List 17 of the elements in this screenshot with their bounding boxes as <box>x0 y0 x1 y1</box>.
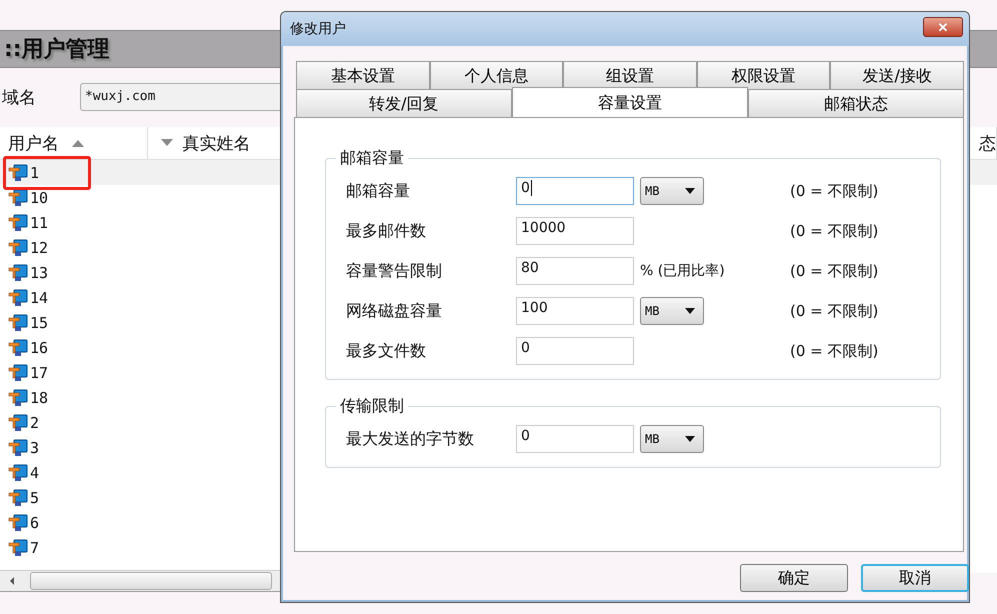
field-label: 容量警告限制 <box>346 260 443 282</box>
field-label: 邮箱容量 <box>346 180 411 202</box>
hint-text: (0 = 不限制) <box>790 302 878 320</box>
dialog-title: 修改用户 <box>290 20 346 38</box>
field-label: 网络磁盘容量 <box>346 300 443 322</box>
field-label: 最多文件数 <box>346 340 427 362</box>
group-title: 传输限制 <box>339 396 405 417</box>
field-label: 最大发送的字节数 <box>346 428 475 450</box>
domain-label: 域名 <box>2 86 36 108</box>
hint-text: (0 = 不限制) <box>790 262 878 280</box>
hint-text: (0 = 不限制) <box>790 222 878 240</box>
page-title: ::用户管理 <box>4 36 110 64</box>
suffix-text: % (已用比率) <box>640 262 725 280</box>
hint-text: (0 = 不限制) <box>790 342 878 360</box>
group-title: 邮箱容量 <box>339 148 405 169</box>
field-label: 最多邮件数 <box>346 220 427 242</box>
hint-text: (0 = 不限制) <box>790 182 878 200</box>
